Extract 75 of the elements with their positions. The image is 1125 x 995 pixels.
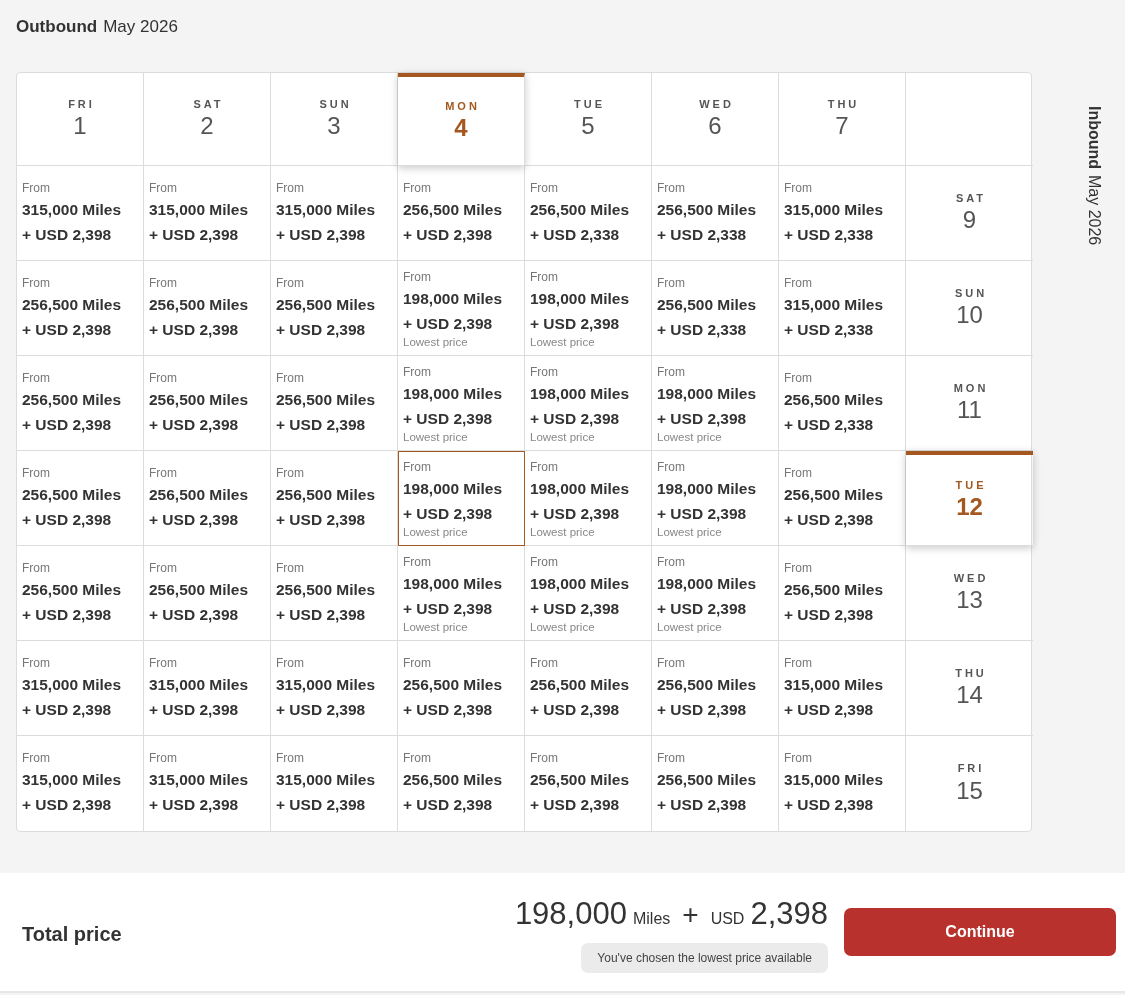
price-cell[interactable]: From 256,500 Miles + USD 2,398	[779, 450, 906, 546]
price-cell[interactable]: From 256,500 Miles + USD 2,338	[779, 355, 906, 451]
price-cell[interactable]: From 256,500 Miles + USD 2,398	[525, 735, 652, 831]
price-cell[interactable]: From 256,500 Miles + USD 2,338	[525, 165, 652, 261]
date-tab[interactable]: MON 4	[398, 72, 525, 166]
price-cell[interactable]: From 198,000 Miles + USD 2,398 Lowest price	[652, 450, 779, 546]
price-cell[interactable]: From 256,500 Miles + USD 2,398	[398, 165, 525, 261]
price-cell[interactable]: From 198,000 Miles + USD 2,398 Lowest price	[525, 355, 652, 451]
date-tab[interactable]: SAT 9	[906, 165, 1033, 261]
price-cell[interactable]: From 198,000 Miles + USD 2,398 Lowest price	[652, 355, 779, 451]
price-cell[interactable]: From 315,000 Miles + USD 2,398	[17, 735, 144, 831]
price-cell[interactable]: From 256,500 Miles + USD 2,398	[652, 640, 779, 736]
date-tab[interactable]: SAT 2	[144, 72, 271, 166]
price-cell[interactable]: From 256,500 Miles + USD 2,398	[17, 260, 144, 356]
section-label: Inbound	[1086, 106, 1103, 170]
price-cell[interactable]: From 315,000 Miles + USD 2,398	[271, 165, 398, 261]
price-cell[interactable]: From 315,000 Miles + USD 2,398	[17, 640, 144, 736]
price-cell[interactable]: From 256,500 Miles + USD 2,398	[779, 545, 906, 641]
section-label: Outbound	[16, 17, 98, 36]
total-label: Total price	[22, 922, 122, 947]
date-tab[interactable]: SUN 10	[906, 260, 1033, 356]
currency-label: USD	[710, 908, 745, 929]
date-tab[interactable]: THU 7	[779, 72, 906, 166]
date-tab[interactable]: THU 14	[906, 640, 1033, 736]
price-cell[interactable]: From 198,000 Miles + USD 2,398 Lowest price	[398, 260, 525, 356]
price-cell[interactable]: From 256,500 Miles + USD 2,398	[271, 545, 398, 641]
plus-sign: +	[682, 897, 699, 932]
price-cell[interactable]: From 256,500 Miles + USD 2,338	[652, 260, 779, 356]
price-cell[interactable]: From 315,000 Miles + USD 2,398	[779, 735, 906, 831]
price-cell[interactable]: From 256,500 Miles + USD 2,398	[525, 640, 652, 736]
price-cell[interactable]: From 315,000 Miles + USD 2,398	[271, 640, 398, 736]
price-cell[interactable]: From 256,500 Miles + USD 2,398	[652, 735, 779, 831]
price-cell[interactable]: From 315,000 Miles + USD 2,398	[144, 640, 271, 736]
price-cell[interactable]: From 315,000 Miles + USD 2,398	[271, 735, 398, 831]
price-cell[interactable]: From 198,000 Miles + USD 2,398 Lowest price	[398, 450, 525, 546]
price-cell[interactable]: From 256,500 Miles + USD 2,398	[17, 450, 144, 546]
price-cell[interactable]: From 256,500 Miles + USD 2,398	[271, 450, 398, 546]
date-tab[interactable]: TUE 12	[906, 450, 1033, 546]
price-cell[interactable]: From 315,000 Miles + USD 2,398	[779, 640, 906, 736]
continue-button[interactable]: Continue	[844, 908, 1116, 956]
price-cell[interactable]: From 256,500 Miles + USD 2,398	[271, 355, 398, 451]
date-tab[interactable]: WED 6	[652, 72, 779, 166]
price-cell[interactable]: From 198,000 Miles + USD 2,398 Lowest price	[525, 260, 652, 356]
cash-total: 2,398	[750, 894, 828, 933]
price-cell[interactable]: From 256,500 Miles + USD 2,398	[144, 450, 271, 546]
price-cell[interactable]: From 198,000 Miles + USD 2,398 Lowest price	[398, 545, 525, 641]
date-tab[interactable]: FRI 15	[906, 735, 1033, 831]
price-cell[interactable]: From 256,500 Miles + USD 2,398	[398, 735, 525, 831]
price-cell[interactable]: From 256,500 Miles + USD 2,398	[144, 355, 271, 451]
miles-total: 198,000	[514, 894, 627, 933]
month-label: May 2026	[103, 17, 178, 36]
price-cell[interactable]: From 198,000 Miles + USD 2,398 Lowest price	[525, 450, 652, 546]
lowest-price-note: You've chosen the lowest price available	[581, 943, 828, 974]
price-cell[interactable]: From 198,000 Miles + USD 2,398 Lowest price	[652, 545, 779, 641]
price-cell[interactable]: From 198,000 Miles + USD 2,398 Lowest price	[398, 355, 525, 451]
price-cell[interactable]: From 256,500 Miles + USD 2,398	[144, 260, 271, 356]
price-cell[interactable]: From 256,500 Miles + USD 2,398	[398, 640, 525, 736]
date-tab[interactable]: SUN 3	[271, 72, 398, 166]
date-tab[interactable]: FRI 1	[17, 72, 144, 166]
price-cell[interactable]: From 256,500 Miles + USD 2,398	[17, 355, 144, 451]
price-cell[interactable]: From 256,500 Miles + USD 2,398	[17, 545, 144, 641]
price-cell[interactable]: From 256,500 Miles + USD 2,398	[144, 545, 271, 641]
price-cell[interactable]: From 315,000 Miles + USD 2,338	[779, 260, 906, 356]
miles-unit: Miles	[632, 908, 671, 929]
date-tab[interactable]: WED 13	[906, 545, 1033, 641]
date-tab[interactable]: MON 11	[906, 355, 1033, 451]
date-tab[interactable]: TUE 5	[525, 72, 652, 166]
price-cell[interactable]: From 256,500 Miles + USD 2,338	[652, 165, 779, 261]
price-cell[interactable]: From 315,000 Miles + USD 2,398	[17, 165, 144, 261]
price-cell[interactable]: From 198,000 Miles + USD 2,398 Lowest price	[525, 545, 652, 641]
month-label: May 2026	[1086, 175, 1103, 246]
price-cell[interactable]: From 315,000 Miles + USD 2,338	[779, 165, 906, 261]
price-cell[interactable]: From 315,000 Miles + USD 2,398	[144, 735, 271, 831]
price-cell[interactable]: From 256,500 Miles + USD 2,398	[271, 260, 398, 356]
price-cell[interactable]: From 315,000 Miles + USD 2,398	[144, 165, 271, 261]
